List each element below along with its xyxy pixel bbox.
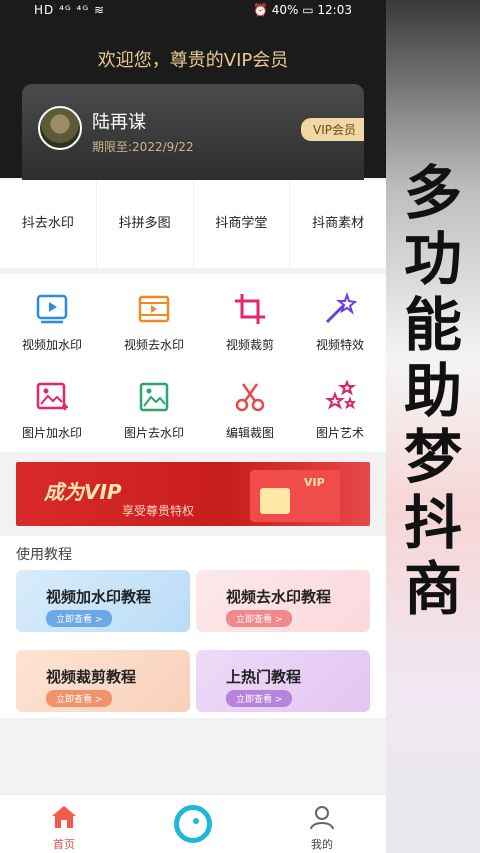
quick-tabs: 抖去水印 抖拼多图 抖商学堂 抖商素材	[0, 180, 386, 268]
tool-label: 图片加水印	[21, 426, 82, 440]
nav-mine-label: 我的	[311, 838, 333, 851]
image-watermark-remove-icon	[139, 382, 169, 412]
tutorial-name: 上热门教程	[226, 668, 302, 686]
tool-label: 图片艺术	[315, 426, 364, 440]
tool-image-art[interactable]: 图片艺术	[292, 379, 386, 441]
view-button[interactable]: 立即查看 >	[226, 690, 293, 707]
tool-label: 视频加水印	[21, 338, 82, 352]
tool-label: 视频裁剪	[225, 338, 274, 352]
tool-image-remove-watermark[interactable]: 图片去水印	[106, 380, 202, 441]
image-watermark-add-icon	[36, 382, 68, 410]
tutorial-section: 使用教程 视频加水印教程 立即查看 > 视频去水印教程 立即查看 > 视频裁剪教…	[0, 536, 386, 718]
quick-tab-remove-watermark[interactable]: 抖去水印	[0, 180, 97, 268]
quick-tab-materials[interactable]: 抖商素材	[290, 180, 386, 268]
tools-grid: 视频加水印 视频去水印 视频裁剪 视频特效 图片加水印 图片去水印 编辑裁图 图…	[0, 274, 386, 452]
camera-button[interactable]	[174, 805, 212, 843]
video-watermark-add-icon	[36, 294, 68, 324]
tutorial-card-video-remove[interactable]: 视频去水印教程 立即查看 >	[196, 570, 370, 632]
gift-box-icon	[260, 488, 290, 514]
status-right: ⏰ 40% ▭ 12:03	[253, 3, 352, 17]
view-button[interactable]: 立即查看 >	[46, 610, 113, 627]
status-left: HD ⁴ᴳ ⁴ᴳ ≋	[34, 3, 106, 17]
tutorial-card-hot[interactable]: 上热门教程 立即查看 >	[196, 650, 370, 712]
tool-video-add-watermark[interactable]: 视频加水印	[4, 292, 100, 353]
nav-home[interactable]: 首页	[34, 803, 94, 852]
tool-label: 图片去水印	[123, 426, 184, 440]
status-bar: HD ⁴ᴳ ⁴ᴳ ≋ ⏰ 40% ▭ 12:03	[0, 0, 386, 22]
video-watermark-remove-icon	[138, 295, 170, 323]
vip-card[interactable]: 陆再谋 期限至:2022/9/22 VIP会员	[22, 84, 364, 184]
quick-tab-collage[interactable]: 抖拼多图	[97, 180, 194, 268]
tool-label: 编辑裁图	[225, 426, 274, 440]
banner-tag: VIP	[304, 476, 325, 489]
quick-tab-school[interactable]: 抖商学堂	[194, 180, 291, 268]
tutorial-title: 使用教程	[16, 547, 72, 563]
tool-video-remove-watermark[interactable]: 视频去水印	[106, 292, 202, 353]
view-button[interactable]: 立即查看 >	[46, 690, 113, 707]
stars-icon	[325, 379, 357, 410]
expire-date: 期限至:2022/9/22	[92, 140, 194, 154]
user-name: 陆再谋	[92, 112, 146, 133]
tutorial-name: 视频加水印教程	[46, 588, 152, 606]
vip-badge[interactable]: VIP会员	[301, 118, 364, 141]
app-screen: HD ⁴ᴳ ⁴ᴳ ≋ ⏰ 40% ▭ 12:03 欢迎您，尊贵的VIP会员 陆再…	[0, 0, 386, 853]
tool-video-crop[interactable]: 视频裁剪	[202, 292, 298, 353]
tutorial-name: 视频裁剪教程	[46, 668, 137, 686]
tutorial-card-video-add[interactable]: 视频加水印教程 立即查看 >	[16, 570, 190, 632]
welcome-text: 欢迎您，尊贵的VIP会员	[97, 50, 289, 71]
tutorial-card-video-crop[interactable]: 视频裁剪教程 立即查看 >	[16, 650, 190, 712]
tool-image-add-watermark[interactable]: 图片加水印	[4, 380, 100, 441]
user-icon	[310, 806, 334, 830]
scissors-icon	[235, 383, 265, 412]
header: HD ⁴ᴳ ⁴ᴳ ≋ ⏰ 40% ▭ 12:03 欢迎您，尊贵的VIP会员 陆再…	[0, 0, 386, 184]
view-button[interactable]: 立即查看 >	[226, 610, 293, 627]
gift-icon: VIP	[250, 470, 340, 522]
banner-title: 成为VIP	[44, 480, 122, 504]
tutorial-name: 视频去水印教程	[226, 588, 332, 606]
tool-video-effects[interactable]: 视频特效	[292, 291, 386, 353]
magic-wand-icon	[325, 291, 358, 324]
avatar[interactable]	[38, 106, 82, 150]
nav-mine[interactable]: 我的	[292, 803, 352, 852]
banner-subtitle: 享受尊贵特权	[122, 504, 195, 518]
home-icon	[52, 806, 76, 828]
nav-home-label: 首页	[53, 838, 75, 851]
promo-side-panel: 多功能助梦抖商	[386, 0, 480, 853]
tool-edit-crop[interactable]: 编辑裁图	[202, 380, 298, 441]
tool-label: 视频特效	[315, 338, 364, 352]
promo-side-text: 多功能助梦抖商	[403, 159, 462, 623]
tool-label: 视频去水印	[123, 338, 184, 352]
video-crop-icon	[235, 294, 265, 324]
vip-banner[interactable]: 成为VIP 享受尊贵特权 VIP	[16, 462, 370, 526]
